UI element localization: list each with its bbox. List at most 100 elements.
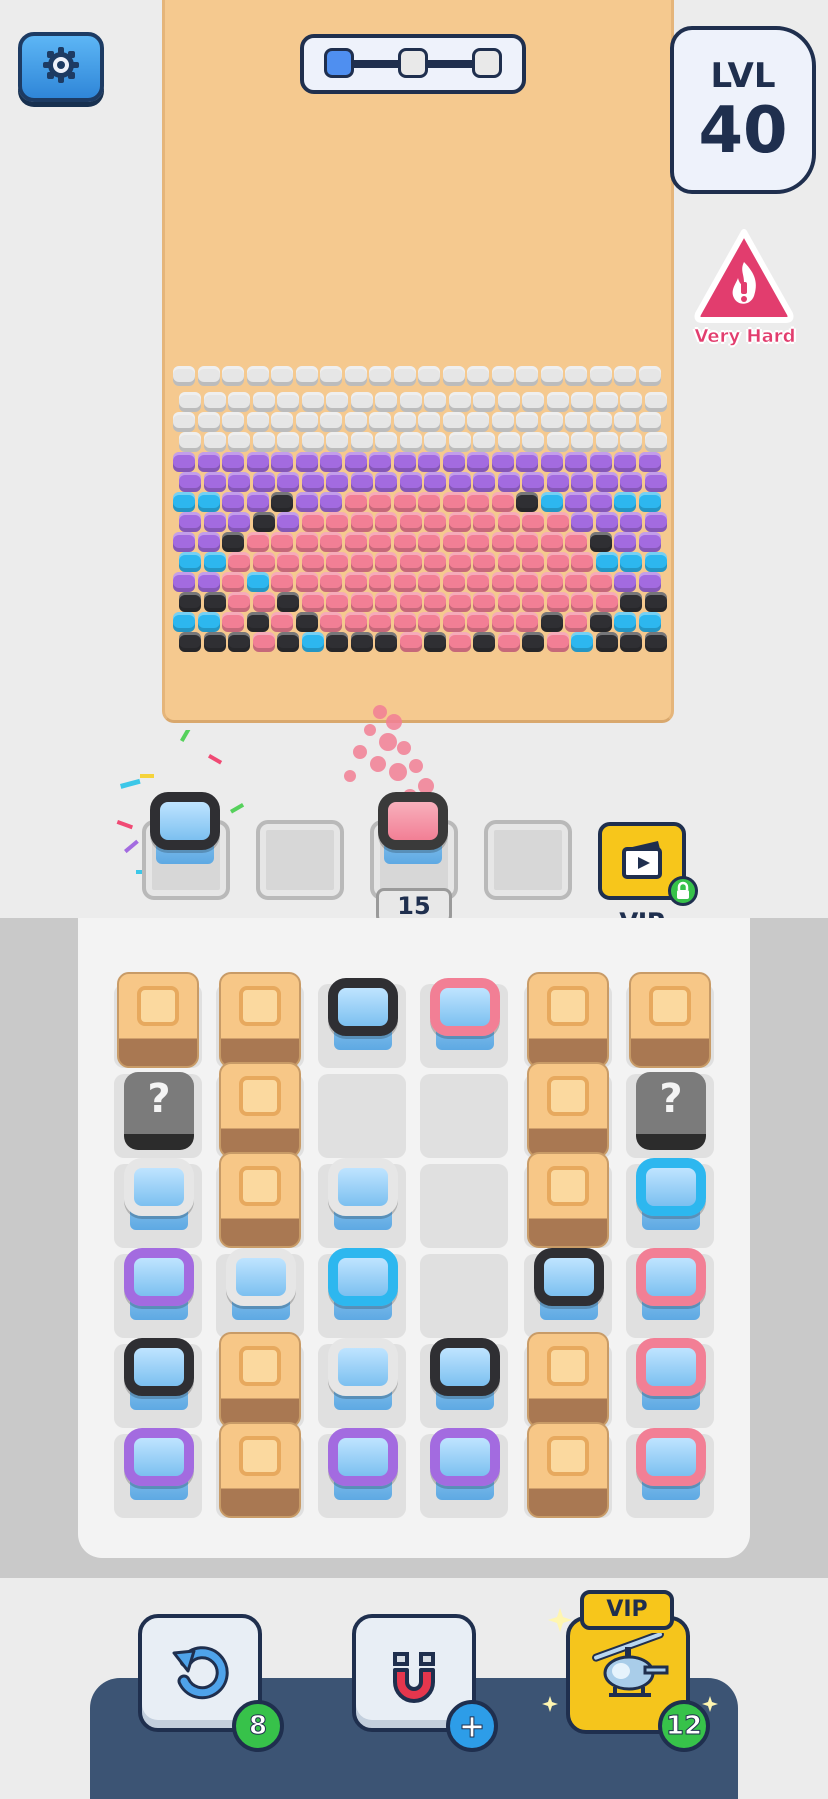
mystery-cup[interactable]: ? — [636, 1072, 706, 1150]
bead — [246, 532, 269, 552]
mystery-cup[interactable]: ? — [124, 1072, 194, 1150]
bead — [620, 552, 642, 572]
bead — [565, 532, 587, 552]
bead — [546, 472, 569, 492]
magnet-add-badge[interactable]: + — [446, 1700, 498, 1752]
bead — [516, 492, 538, 512]
bead — [546, 432, 569, 452]
bead — [326, 472, 348, 492]
bead — [228, 632, 250, 652]
bead — [644, 472, 667, 492]
bead — [620, 632, 642, 652]
cup-purple[interactable] — [120, 1246, 198, 1326]
bead — [301, 592, 324, 612]
bead — [418, 612, 440, 632]
bead — [277, 512, 299, 532]
bead — [442, 366, 465, 386]
vip-slot-button[interactable] — [598, 822, 698, 906]
cup-black[interactable] — [426, 1336, 504, 1416]
bead — [424, 632, 446, 652]
cup-white[interactable] — [324, 1156, 402, 1236]
bead — [522, 472, 544, 492]
bead — [565, 412, 587, 432]
cup-white[interactable] — [222, 1246, 300, 1326]
bead — [399, 592, 422, 612]
bead — [375, 552, 397, 572]
bead — [546, 592, 569, 612]
cup-black[interactable] — [530, 1246, 608, 1326]
bead — [418, 532, 440, 552]
cup-purple[interactable] — [324, 1426, 402, 1506]
bead — [516, 572, 538, 592]
bead — [271, 532, 293, 552]
bead — [571, 632, 593, 652]
bead — [326, 632, 348, 652]
cup-purple[interactable] — [426, 1426, 504, 1506]
bead — [320, 452, 342, 472]
cup-pink[interactable] — [632, 1426, 710, 1506]
bead — [467, 572, 489, 592]
cup-pink[interactable] — [426, 976, 504, 1056]
bead — [375, 592, 397, 612]
slot-cup-black — [146, 790, 224, 870]
bead — [375, 512, 397, 532]
level-indicator: LVL 40 — [670, 26, 816, 194]
bead — [393, 492, 416, 512]
settings-button[interactable] — [18, 32, 104, 102]
cup-black[interactable] — [324, 976, 402, 1056]
bead — [179, 472, 201, 492]
bead — [442, 412, 465, 432]
bead — [252, 632, 275, 652]
bead — [228, 432, 250, 452]
bead — [418, 412, 440, 432]
bead — [644, 432, 667, 452]
bead — [448, 432, 471, 452]
bead — [320, 532, 342, 552]
bead — [571, 592, 593, 612]
bead — [197, 612, 220, 632]
bead — [546, 512, 569, 532]
bead — [369, 366, 391, 386]
bead — [614, 366, 636, 386]
bead — [252, 472, 275, 492]
bead — [516, 452, 538, 472]
bead — [540, 412, 563, 432]
bead — [540, 492, 563, 512]
bead — [369, 572, 391, 592]
bead — [540, 572, 563, 592]
bead — [418, 452, 440, 472]
bead — [369, 452, 391, 472]
cup-white[interactable] — [324, 1336, 402, 1416]
bead — [222, 366, 244, 386]
bead — [173, 572, 195, 592]
bead — [516, 412, 538, 432]
cup-white[interactable] — [120, 1156, 198, 1236]
cup-pink[interactable] — [632, 1336, 710, 1416]
bead — [344, 412, 367, 432]
bead — [424, 392, 446, 412]
bead — [522, 512, 544, 532]
bead — [565, 492, 587, 512]
bead — [228, 472, 250, 492]
bead — [369, 492, 391, 512]
bead — [614, 532, 636, 552]
cup-purple[interactable] — [120, 1426, 198, 1506]
bead — [375, 632, 397, 652]
bead — [638, 612, 661, 632]
bead — [399, 552, 422, 572]
cup-pink[interactable] — [632, 1246, 710, 1326]
cup-black[interactable] — [120, 1336, 198, 1416]
cup-blue[interactable] — [632, 1156, 710, 1236]
bead — [497, 512, 520, 532]
bead — [614, 572, 636, 592]
bead — [571, 472, 593, 492]
cup-blue[interactable] — [324, 1246, 402, 1326]
bead — [301, 392, 324, 412]
bead — [638, 366, 661, 386]
bead — [197, 366, 220, 386]
bead — [418, 492, 440, 512]
bead — [252, 592, 275, 612]
bead — [222, 612, 244, 632]
bead — [424, 592, 446, 612]
bead — [369, 532, 391, 552]
